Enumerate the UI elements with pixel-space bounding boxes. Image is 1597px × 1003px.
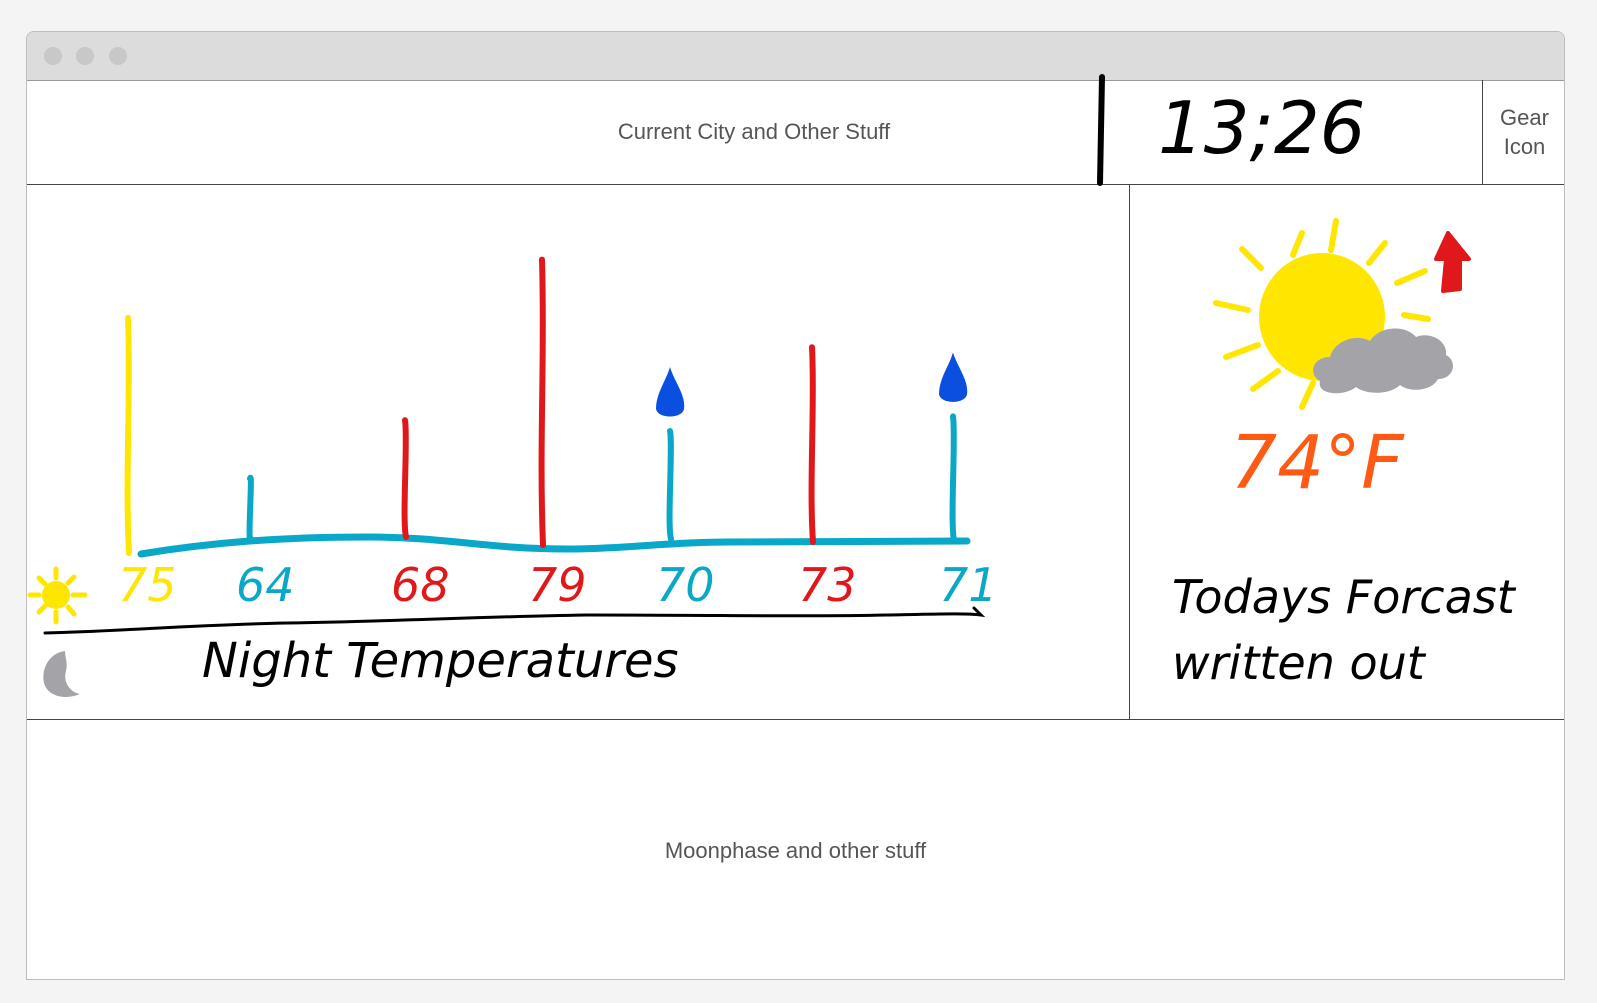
- clock-time: 13;26: [1158, 86, 1366, 170]
- forecast-text-line2: written out: [1172, 636, 1427, 690]
- temperature-label: 75: [118, 558, 177, 612]
- window-close-dot[interactable]: [44, 47, 62, 65]
- forecast-panel: 74°F Todays Forcast written out: [1130, 185, 1564, 720]
- bars-group: [124, 256, 957, 556]
- window-maximize-dot[interactable]: [109, 47, 127, 65]
- temperature-bar: [949, 413, 957, 544]
- temperature-bar: [246, 475, 254, 543]
- clock-display: 13;26: [1097, 74, 1482, 186]
- clock-divider-stroke: [1097, 74, 1105, 186]
- gear-label-line1: Gear: [1500, 105, 1549, 130]
- gear-label-line2: Icon: [1503, 134, 1546, 159]
- labels-group: 75 64 68 79 70 73 71: [118, 558, 998, 612]
- temperature-label: 73: [798, 558, 857, 612]
- raindrop-icon: [939, 352, 968, 402]
- temperature-bar: [666, 428, 674, 542]
- sun-icon: [27, 566, 88, 625]
- window-minimize-dot[interactable]: [76, 47, 94, 65]
- moon-icon: [43, 651, 80, 697]
- temperature-label: 71: [939, 558, 998, 612]
- partly-cloudy-icon: [1213, 218, 1453, 410]
- forecast-text-line1: Todays Forcast: [1172, 570, 1517, 624]
- temperature-label: 70: [656, 558, 715, 612]
- gear-icon[interactable]: Gear Icon: [1482, 80, 1564, 184]
- temperature-label: 79: [528, 558, 587, 612]
- header-bar: Current City and Other Stuff 13;26 Gear …: [27, 74, 1564, 186]
- up-arrow-icon: [1434, 231, 1471, 293]
- browser-window: Current City and Other Stuff 13;26 Gear …: [26, 31, 1565, 980]
- moonphase-label: Moonphase and other stuff: [664, 837, 927, 863]
- moonphase-section: Moonphase and other stuff: [27, 720, 1564, 979]
- temperature-label: 64: [236, 558, 295, 612]
- raindrop-icon: [656, 367, 685, 417]
- night-temperature-chart: 75 64 68 79 70 73 71 Night Temperatures: [27, 185, 1130, 720]
- temperature-label: 68: [391, 558, 450, 612]
- chart-baseline: [137, 533, 971, 558]
- temperature-bar: [538, 256, 546, 548]
- chart-xlabel: Night Temperatures: [202, 633, 679, 689]
- window-titlebar: [27, 32, 1564, 81]
- chart-svg: 75 64 68 79 70 73 71 Night Temperatures: [27, 256, 998, 697]
- temperature-bar: [124, 315, 132, 556]
- temperature-bar: [808, 344, 816, 545]
- temperature-bar: [401, 417, 409, 540]
- forecast-svg: 74°F Todays Forcast written out: [1172, 218, 1517, 690]
- forecast-temperature: 74°F: [1230, 420, 1405, 506]
